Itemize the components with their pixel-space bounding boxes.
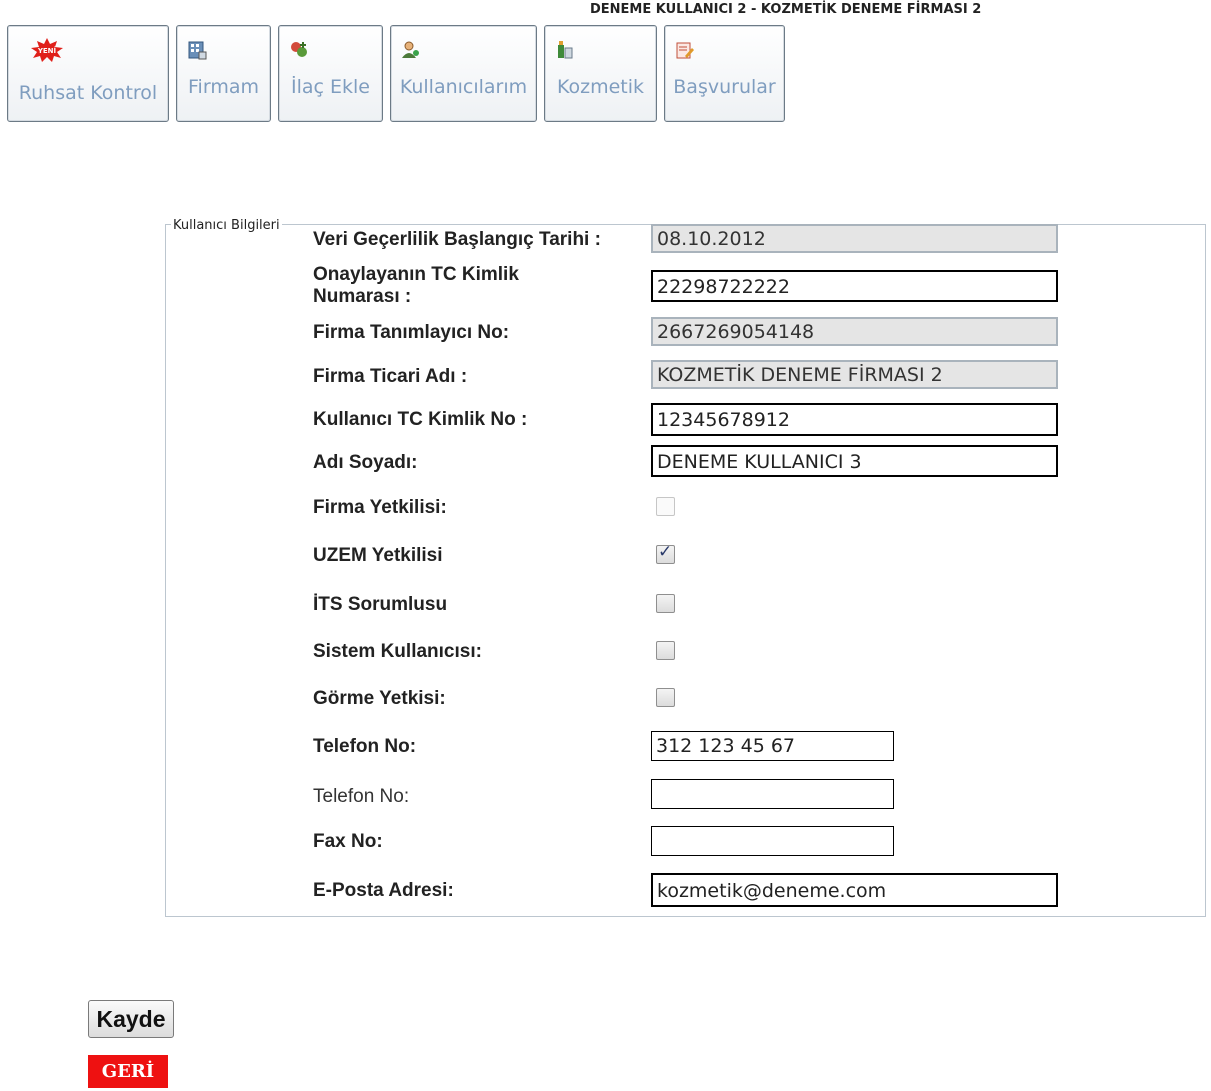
user-company-header: DENEME KULLANICI 2 - KOZMETİK DENEME FİR…	[590, 2, 982, 17]
its-responsible-checkbox[interactable]	[656, 594, 675, 613]
user-info-legend: Kullanıcı Bilgileri	[171, 218, 282, 233]
nav-button-ruhsat-kontrol[interactable]: YENİ Ruhsat Kontrol	[7, 25, 169, 122]
back-button[interactable]: GERİ	[88, 1055, 168, 1088]
users-icon	[401, 40, 421, 60]
fax-input[interactable]	[651, 826, 894, 856]
view-authority-checkbox[interactable]	[656, 688, 675, 707]
applications-icon	[675, 40, 695, 60]
nav-label: Ruhsat Kontrol	[18, 82, 158, 104]
company-icon	[187, 40, 207, 60]
its-responsible-label: İTS Sorumlusu	[313, 594, 448, 615]
uzem-authority-label: UZEM Yetkilisi	[313, 545, 443, 566]
full-name-input[interactable]: DENEME KULLANICI 3	[651, 445, 1058, 477]
email-label: E-Posta Adresi:	[313, 880, 454, 901]
checkmark-icon: ✓	[658, 542, 673, 562]
nav-button-kozmetik[interactable]: Kozmetik	[544, 25, 657, 122]
start-date-field: 08.10.2012	[651, 224, 1058, 253]
nav-label: İlaç Ekle	[291, 76, 370, 98]
nav-label: Başvurular	[673, 76, 776, 98]
system-user-label: Sistem Kullanıcısı:	[313, 641, 482, 662]
nav-label: Kozmetik	[556, 76, 645, 98]
nav-button-kullanicilarim[interactable]: Kullanıcılarım	[390, 25, 537, 122]
approver-tc-label-line2: Numarası :	[313, 286, 412, 307]
view-authority-label: Görme Yetkisi:	[313, 688, 446, 709]
approver-tc-input[interactable]: 22298722222	[651, 270, 1058, 302]
nav-label: Kullanıcılarım	[399, 76, 528, 98]
start-date-label: Veri Geçerlilik Başlangıç Tarihi :	[313, 229, 601, 250]
user-tc-label: Kullanıcı TC Kimlik No :	[313, 409, 528, 430]
user-tc-input[interactable]: 12345678912	[651, 403, 1058, 436]
email-input[interactable]: kozmetik@deneme.com	[651, 873, 1058, 907]
phone-input[interactable]: 312 123 45 67	[651, 731, 894, 761]
company-name-field: KOZMETİK DENEME FİRMASI 2	[651, 360, 1058, 389]
fax-label: Fax No:	[313, 831, 383, 852]
system-user-checkbox[interactable]	[656, 641, 675, 660]
company-id-field: 2667269054148	[651, 317, 1058, 346]
medicine-add-icon	[289, 40, 309, 60]
phone2-label: Telefon No:	[313, 786, 410, 807]
nav-button-firmam[interactable]: Firmam	[176, 25, 271, 122]
save-button[interactable]: Kayde	[88, 1000, 174, 1038]
approver-tc-label-line1: Onaylayanın TC Kimlik	[313, 264, 519, 285]
cosmetic-icon	[555, 40, 575, 60]
nav-label: Firmam	[188, 76, 259, 98]
nav-button-basvurular[interactable]: Başvurular	[664, 25, 785, 122]
svg-text:YENİ: YENİ	[37, 46, 56, 55]
company-id-label: Firma Tanımlayıcı No:	[313, 322, 510, 343]
new-badge-icon: YENİ	[30, 38, 64, 62]
company-authority-checkbox[interactable]	[656, 497, 675, 516]
company-name-label: Firma Ticari Adı :	[313, 366, 468, 387]
full-name-label: Adı Soyadı:	[313, 452, 418, 473]
company-authority-label: Firma Yetkilisi:	[313, 497, 447, 518]
phone2-input[interactable]	[651, 779, 894, 809]
approver-tc-label: Onaylayanın TC Kimlik Numarası :	[313, 264, 519, 308]
phone-label: Telefon No:	[313, 736, 417, 757]
uzem-authority-checkbox[interactable]: ✓	[656, 542, 675, 564]
nav-button-ilac-ekle[interactable]: İlaç Ekle	[278, 25, 383, 122]
